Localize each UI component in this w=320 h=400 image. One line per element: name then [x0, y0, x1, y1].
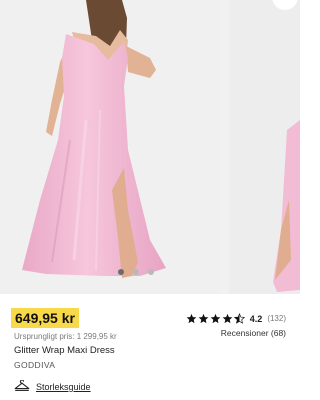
- product-info: 649,95 kr Ursprungligt pris: 1 299,95 kr…: [0, 294, 300, 400]
- product-image-carousel[interactable]: [0, 0, 300, 294]
- rating-stars: [186, 313, 245, 324]
- rating-count: (132): [267, 314, 286, 323]
- rating-summary[interactable]: 4.2 (132): [186, 313, 286, 324]
- carousel-dot-2[interactable]: [133, 269, 139, 275]
- star-icon: [222, 313, 233, 324]
- dress-model-photo-next: [229, 0, 300, 294]
- rating-value: 4.2: [249, 313, 263, 324]
- star-icon: [210, 313, 221, 324]
- carousel-pagination: [118, 268, 180, 276]
- reviews-link[interactable]: Recensioner (68): [221, 328, 286, 338]
- carousel-dot-1[interactable]: [118, 269, 124, 275]
- product-image-main[interactable]: [0, 0, 221, 294]
- sale-price: 649,95 kr: [11, 308, 79, 328]
- star-icon: [186, 313, 197, 324]
- original-price: Ursprungligt pris: 1 299,95 kr: [14, 332, 117, 341]
- size-guide-link[interactable]: Storleksguide: [14, 379, 91, 394]
- hanger-icon: [14, 379, 30, 394]
- carousel-dot-3[interactable]: [148, 269, 154, 275]
- star-icon: [198, 313, 209, 324]
- product-image-next[interactable]: [229, 0, 300, 294]
- product-name: Glitter Wrap Maxi Dress: [14, 345, 115, 356]
- dress-model-photo: [0, 0, 221, 294]
- size-guide-label: Storleksguide: [36, 382, 91, 392]
- brand-name[interactable]: GODDIVA: [14, 360, 55, 370]
- star-half-icon: [233, 313, 245, 324]
